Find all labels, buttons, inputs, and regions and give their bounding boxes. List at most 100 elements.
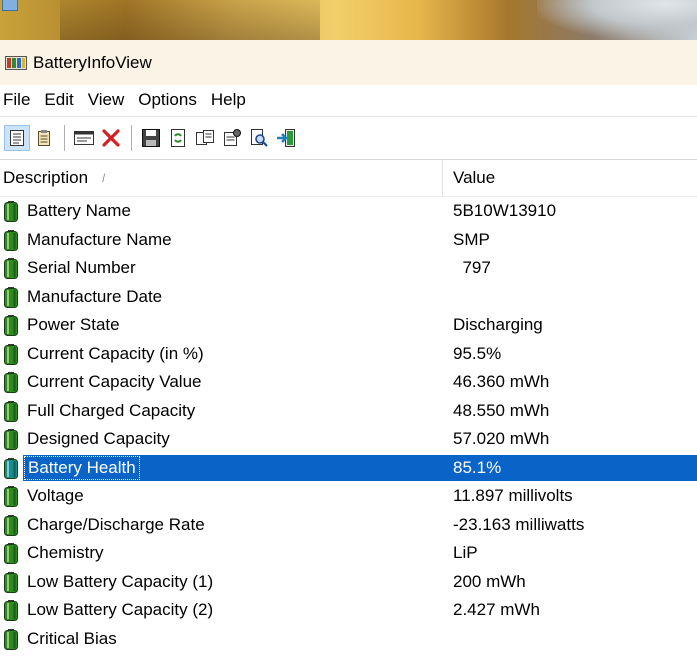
list-item[interactable]: Manufacture Name SMP (0, 226, 697, 255)
battery-icon (4, 486, 18, 507)
column-header-description-label: Description (3, 168, 89, 187)
battery-icon (4, 400, 18, 422)
desktop-background (0, 0, 697, 40)
list-item[interactable]: Current Capacity (in %) 95.5% (0, 340, 697, 369)
menu-edit[interactable]: Edit (41, 90, 83, 110)
column-header-value[interactable]: Value (453, 160, 495, 196)
window-button[interactable] (71, 125, 97, 151)
title-bar[interactable]: BatteryInfoView (0, 40, 697, 85)
list-item[interactable]: Low Battery Capacity (2) 2.427 mWh (0, 596, 697, 625)
list-item[interactable]: Serial Number 797 (0, 254, 697, 283)
list-item-selected[interactable]: Battery Health 85.1% (0, 454, 697, 483)
list-header: Description / Value (0, 160, 697, 197)
list-item[interactable]: Power State Discharging (0, 311, 697, 340)
battery-icon (4, 628, 18, 650)
desktop-icon (2, 0, 18, 11)
battery-icon (4, 372, 18, 393)
sort-ascending-icon: / (102, 171, 106, 185)
battery-icon (4, 229, 18, 251)
exit-icon (275, 128, 297, 148)
copy-button[interactable] (192, 125, 218, 151)
exit-button[interactable] (273, 125, 299, 151)
item-value: 48.550 mWh (453, 400, 550, 420)
list-item[interactable]: Charge/Discharge Rate -23.163 milliwatts (0, 511, 697, 540)
delete-x-icon (101, 128, 121, 148)
column-header-description[interactable]: Description / (3, 160, 439, 196)
item-value: 85.1% (453, 457, 502, 477)
battery-icon (4, 543, 18, 564)
item-description: Power State (27, 315, 120, 334)
window-icon (73, 129, 95, 147)
list-item[interactable]: Current Capacity Value 46.360 mWh (0, 368, 697, 397)
list-item[interactable]: Manufacture Date (0, 283, 697, 312)
find-button[interactable] (246, 125, 272, 151)
list-item[interactable]: Low Battery Capacity (1) 200 mWh (0, 568, 697, 597)
item-description: Manufacture Name (27, 229, 172, 249)
properties-icon (222, 128, 242, 148)
item-value: 200 mWh (453, 571, 526, 591)
properties-button[interactable] (219, 125, 245, 151)
item-description: Current Capacity (in %) (27, 343, 204, 363)
item-description: Current Capacity Value (27, 372, 202, 391)
properties-list-icon (35, 129, 53, 147)
column-header-value-label: Value (453, 168, 496, 187)
menu-view[interactable]: View (85, 90, 135, 110)
battery-app-icon (5, 55, 27, 71)
item-value: SMP (453, 229, 490, 249)
item-value: 57.020 mWh (453, 429, 550, 448)
refresh-icon (169, 128, 187, 148)
battery-icon (4, 286, 18, 308)
list-item[interactable]: Critical Bias (0, 625, 697, 654)
item-description: Battery Name (27, 201, 131, 220)
battery-icon (4, 343, 18, 365)
battery-icon (4, 258, 18, 279)
html-report-button[interactable] (4, 125, 30, 151)
toolbar-separator (131, 125, 132, 151)
copy-icon (195, 129, 215, 147)
battery-icon (4, 429, 18, 450)
item-value: 2.427 mWh (453, 600, 540, 619)
html-report-icon (8, 129, 26, 147)
item-value: 5B10W13910 (453, 201, 557, 220)
battery-icon (4, 514, 18, 536)
list-item[interactable]: Full Charged Capacity 48.550 mWh (0, 397, 697, 426)
menu-file[interactable]: File (0, 90, 40, 110)
item-value: LiP (453, 543, 478, 562)
item-description: Full Charged Capacity (27, 400, 196, 420)
item-description: Low Battery Capacity (1) (27, 571, 214, 591)
properties-list-button[interactable] (31, 125, 57, 151)
battery-icon (4, 457, 18, 479)
item-description: Battery Health (24, 455, 140, 480)
item-value: -23.163 milliwatts (453, 514, 585, 534)
find-icon (249, 128, 269, 148)
delete-x-button[interactable] (98, 125, 124, 151)
item-description: Designed Capacity (27, 429, 170, 448)
battery-icon (4, 201, 18, 222)
item-value: Discharging (453, 315, 543, 334)
item-description: Charge/Discharge Rate (27, 514, 205, 534)
list-item[interactable]: Designed Capacity 57.020 mWh (0, 425, 697, 454)
toolbar-separator (64, 125, 65, 151)
menu-options[interactable]: Options (135, 90, 207, 110)
column-divider[interactable] (442, 160, 443, 196)
item-value: 11.897 millivolts (453, 486, 573, 505)
list-item[interactable]: Battery Name 5B10W13910 (0, 197, 697, 226)
item-description: Critical Bias (27, 628, 117, 648)
item-description: Low Battery Capacity (2) (27, 600, 214, 619)
battery-info-list: Battery Name 5B10W13910 Manufacture Name SM… (0, 197, 697, 653)
list-item[interactable]: Chemistry LiP (0, 539, 697, 568)
item-value: 95.5% (453, 343, 502, 363)
item-description: Chemistry (27, 543, 104, 562)
refresh-button[interactable] (165, 125, 191, 151)
item-description: Serial Number (27, 258, 136, 277)
battery-icon (4, 571, 18, 593)
battery-icon (4, 600, 18, 621)
save-icon (141, 128, 161, 148)
window-title: BatteryInfoView (33, 52, 152, 72)
menu-help[interactable]: Help (208, 90, 256, 110)
list-item[interactable]: Voltage 11.897 millivolts (0, 482, 697, 511)
item-description: Voltage (27, 486, 84, 505)
save-button[interactable] (138, 125, 164, 151)
item-value: 46.360 mWh (453, 372, 550, 391)
battery-icon (4, 315, 18, 336)
